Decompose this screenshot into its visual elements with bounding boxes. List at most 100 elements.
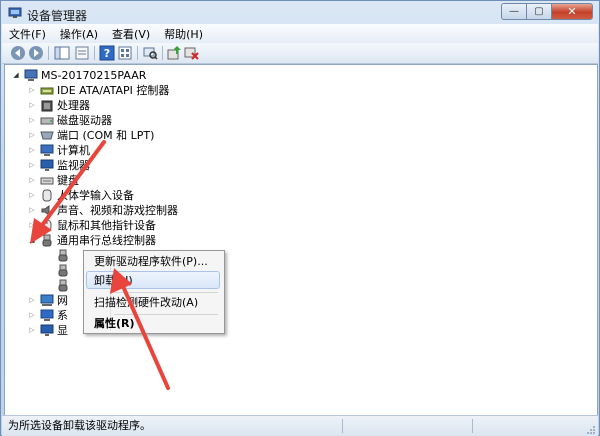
expand-arrow-icon[interactable]: ▷	[28, 206, 36, 214]
expand-arrow-icon[interactable]: ▷	[28, 296, 36, 304]
status-divider	[342, 419, 343, 433]
sound-icon	[41, 204, 50, 216]
display-icon	[40, 324, 54, 336]
expand-arrow-icon[interactable]: ▷	[28, 176, 36, 184]
tree-category-label: 网	[57, 294, 68, 307]
collapse-arrow-icon[interactable]: ◢	[12, 71, 20, 79]
show-hide-tree-icon[interactable]	[54, 45, 70, 61]
status-text: 为所选设备卸载该驱动程序。	[8, 419, 151, 432]
collapse-arrow-icon[interactable]: ◢	[28, 236, 36, 244]
minimize-button[interactable]: —	[501, 3, 526, 20]
tree-root[interactable]: ◢ MS-20170215PAAR	[12, 68, 146, 82]
menu-item-scan-hardware[interactable]: 扫描检测硬件改动(A)	[86, 294, 220, 312]
menu-separator	[114, 292, 218, 293]
tree-category-processor[interactable]: ▷ 处理器	[28, 98, 90, 112]
expand-arrow-icon[interactable]: ▷	[28, 131, 36, 139]
maximize-button[interactable]: ▢	[526, 3, 551, 20]
computer-root-icon	[24, 69, 38, 81]
tree-category-label: 声音、视频和游戏控制器	[57, 204, 178, 217]
maximize-icon: ▢	[534, 6, 544, 17]
ide-controller-icon	[40, 87, 54, 94]
tree-category-system[interactable]: ▷ 系	[28, 308, 68, 322]
tree-category-label: IDE ATA/ATAPI 控制器	[57, 84, 170, 97]
tree-category-monitor[interactable]: ▷ 监视器	[28, 158, 90, 172]
tree-category-port[interactable]: ▷ 端口 (COM 和 LPT)	[28, 128, 154, 142]
back-arrow-icon[interactable]	[10, 45, 26, 61]
device-manager-icon	[8, 7, 22, 18]
menu-item-label: 扫描检测硬件改动(A)	[94, 296, 199, 309]
system-icon	[40, 309, 54, 321]
expand-arrow-icon[interactable]: ▷	[28, 191, 36, 199]
tree-category-hid[interactable]: ▷ 人体学输入设备	[28, 188, 134, 202]
tree-category-network[interactable]: ▷ 网	[28, 293, 68, 307]
help-icon[interactable]: ?	[99, 45, 115, 61]
tree-category-ide[interactable]: ▷ IDE ATA/ATAPI 控制器	[28, 83, 169, 97]
resize-grip-icon[interactable]	[586, 425, 596, 435]
mouse-icon	[42, 219, 52, 231]
menu-item-label: 更新驱动程序软件(P)...	[94, 255, 208, 268]
tree-category-label: 鼠标和其他指针设备	[57, 219, 156, 232]
hid-icon	[42, 189, 52, 201]
usb-child-device[interactable]	[44, 248, 73, 262]
device-manager-window: 设备管理器 — ▢ ✕ 文件(F) 操作(A) 查看(V) 帮助(H) ? ◢ …	[0, 0, 600, 436]
tree-category-display[interactable]: ▷ 显	[28, 323, 68, 337]
device-tree: ◢ MS-20170215PAAR ▷ IDE ATA/ATAPI 控制器 ▷ …	[4, 64, 598, 416]
toolbar-separator	[48, 46, 49, 60]
menu-item-properties[interactable]: 属性(R)	[86, 315, 220, 333]
expand-arrow-icon[interactable]: ▷	[28, 101, 36, 109]
toolbar: ?	[2, 43, 598, 64]
status-bar: 为所选设备卸载该驱动程序。	[2, 415, 598, 436]
window-controls: — ▢ ✕	[501, 3, 593, 21]
properties-icon[interactable]	[74, 45, 90, 61]
usb-device-icon	[58, 279, 68, 291]
usb-device-icon	[58, 249, 68, 261]
expand-arrow-icon[interactable]: ▷	[28, 86, 36, 94]
menu-view[interactable]: 查看(V)	[105, 26, 157, 42]
expand-arrow-icon[interactable]: ▷	[28, 221, 36, 229]
tree-category-disk[interactable]: ▷ 磁盘驱动器	[28, 113, 112, 127]
tree-category-label: 系	[57, 309, 68, 322]
tree-category-mouse[interactable]: ▷ 鼠标和其他指针设备	[28, 218, 156, 232]
toolbar-separator	[137, 46, 138, 60]
computer-icon	[40, 144, 54, 156]
menu-action[interactable]: 操作(A)	[53, 26, 105, 42]
context-menu: 更新驱动程序软件(P)... 卸载(U) 扫描检测硬件改动(A) 属性(R)	[83, 250, 225, 334]
expand-arrow-icon[interactable]: ▷	[28, 326, 36, 334]
expand-arrow-icon[interactable]: ▷	[28, 116, 36, 124]
close-button[interactable]: ✕	[551, 3, 593, 20]
close-icon: ✕	[567, 5, 577, 18]
toolbar-separator	[162, 46, 163, 60]
uninstall-icon[interactable]	[183, 45, 199, 61]
svg-text:?: ?	[104, 47, 110, 60]
menu-item-uninstall[interactable]: 卸载(U)	[86, 271, 220, 289]
keyboard-icon	[40, 177, 54, 184]
tree-category-label: 人体学输入设备	[57, 189, 134, 202]
update-driver-icon[interactable]	[166, 45, 182, 61]
expand-arrow-icon[interactable]: ▷	[28, 146, 36, 154]
menu-item-update-driver[interactable]: 更新驱动程序软件(P)...	[86, 253, 220, 271]
tree-category-sound[interactable]: ▷ 声音、视频和游戏控制器	[28, 203, 178, 217]
expand-arrow-icon[interactable]: ▷	[28, 311, 36, 319]
tree-category-keyboard[interactable]: ▷ 键盘	[28, 173, 79, 187]
menu-help[interactable]: 帮助(H)	[157, 26, 210, 42]
forward-arrow-icon[interactable]	[28, 45, 44, 61]
expand-arrow-icon[interactable]: ▷	[28, 161, 36, 169]
processor-icon	[41, 100, 53, 111]
minimize-icon: —	[509, 6, 519, 17]
tree-category-label: 磁盘驱动器	[57, 114, 112, 127]
tree-category-label: 通用串行总线控制器	[57, 234, 156, 247]
toolbar-separator	[94, 46, 95, 60]
usb-child-device[interactable]	[44, 278, 73, 292]
disk-drive-icon	[40, 117, 54, 124]
status-divider	[472, 419, 473, 433]
tree-category-computer[interactable]: ▷ 计算机	[28, 143, 90, 157]
tree-category-usb[interactable]: ◢ 通用串行总线控制器	[28, 233, 156, 247]
menu-file[interactable]: 文件(F)	[2, 26, 53, 42]
view-list-icon[interactable]	[117, 45, 133, 61]
tree-category-label: 键盘	[57, 174, 79, 187]
scan-hardware-icon[interactable]	[142, 45, 158, 61]
menu-item-label: 卸载(U)	[94, 274, 133, 287]
monitor-icon	[40, 159, 54, 171]
port-icon	[40, 131, 54, 139]
usb-child-device[interactable]	[44, 263, 73, 277]
